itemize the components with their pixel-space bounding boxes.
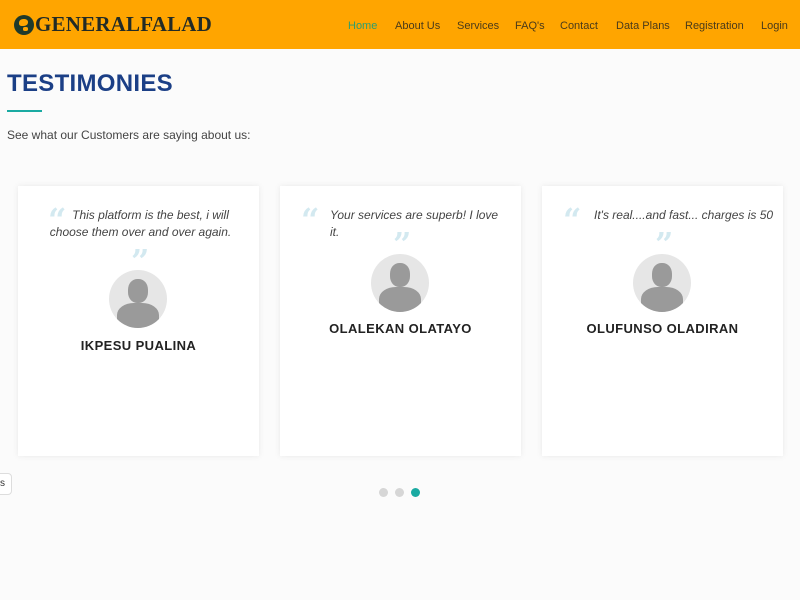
testimonial-quote: Your services are superb! I love it. bbox=[330, 208, 499, 239]
testimonial-name: IKPESU PUALINA bbox=[80, 338, 197, 353]
side-tab[interactable]: s bbox=[0, 473, 12, 495]
avatar bbox=[109, 270, 167, 328]
testimonial-quote: This platform is the best, i will choose… bbox=[49, 208, 232, 239]
carousel-dot-2[interactable] bbox=[395, 488, 404, 497]
nav-home[interactable]: Home bbox=[348, 20, 377, 32]
testimonial-card: “ This platform is the best, i will choo… bbox=[18, 186, 259, 456]
nav-login[interactable]: Login bbox=[761, 20, 788, 32]
nav-contact[interactable]: Contact bbox=[560, 20, 598, 32]
carousel-dot-3-active[interactable] bbox=[411, 488, 420, 497]
site-logo[interactable]: GENERALFALAD bbox=[14, 12, 212, 37]
globe-icon bbox=[14, 14, 34, 35]
testimonial-card: “ It's real....and fast... charges is 50… bbox=[542, 186, 783, 456]
side-tab-label: s bbox=[0, 478, 5, 489]
carousel-dots bbox=[379, 488, 427, 497]
section-subtitle: See what our Customers are saying about … bbox=[7, 128, 251, 142]
nav-about-us[interactable]: About Us bbox=[395, 20, 440, 32]
avatar bbox=[633, 254, 691, 312]
title-underline bbox=[7, 110, 42, 112]
nav-registration[interactable]: Registration bbox=[685, 20, 744, 32]
quote-open-icon: “ bbox=[301, 201, 320, 239]
section-title: TESTIMONIES bbox=[7, 70, 173, 97]
testimonial-name: OLUFUNSO OLADIRAN bbox=[586, 321, 739, 336]
nav-data-plans[interactable]: Data Plans bbox=[616, 20, 670, 32]
logo-text: GENERALFALAD bbox=[35, 12, 213, 36]
nav-faqs[interactable]: FAQ's bbox=[515, 20, 545, 32]
nav-services[interactable]: Services bbox=[457, 20, 499, 32]
avatar bbox=[371, 254, 429, 312]
quote-open-icon: “ bbox=[563, 201, 582, 239]
testimonial-quote: It's real....and fast... charges is 50 bbox=[594, 208, 774, 222]
testimonial-name: OLALEKAN OLATAYO bbox=[329, 321, 472, 336]
testimonial-card: “ Your services are superb! I love it. ”… bbox=[280, 186, 521, 456]
top-navbar: GENERALFALAD Home About Us Services FAQ'… bbox=[0, 0, 800, 49]
carousel-dot-1[interactable] bbox=[379, 488, 388, 497]
